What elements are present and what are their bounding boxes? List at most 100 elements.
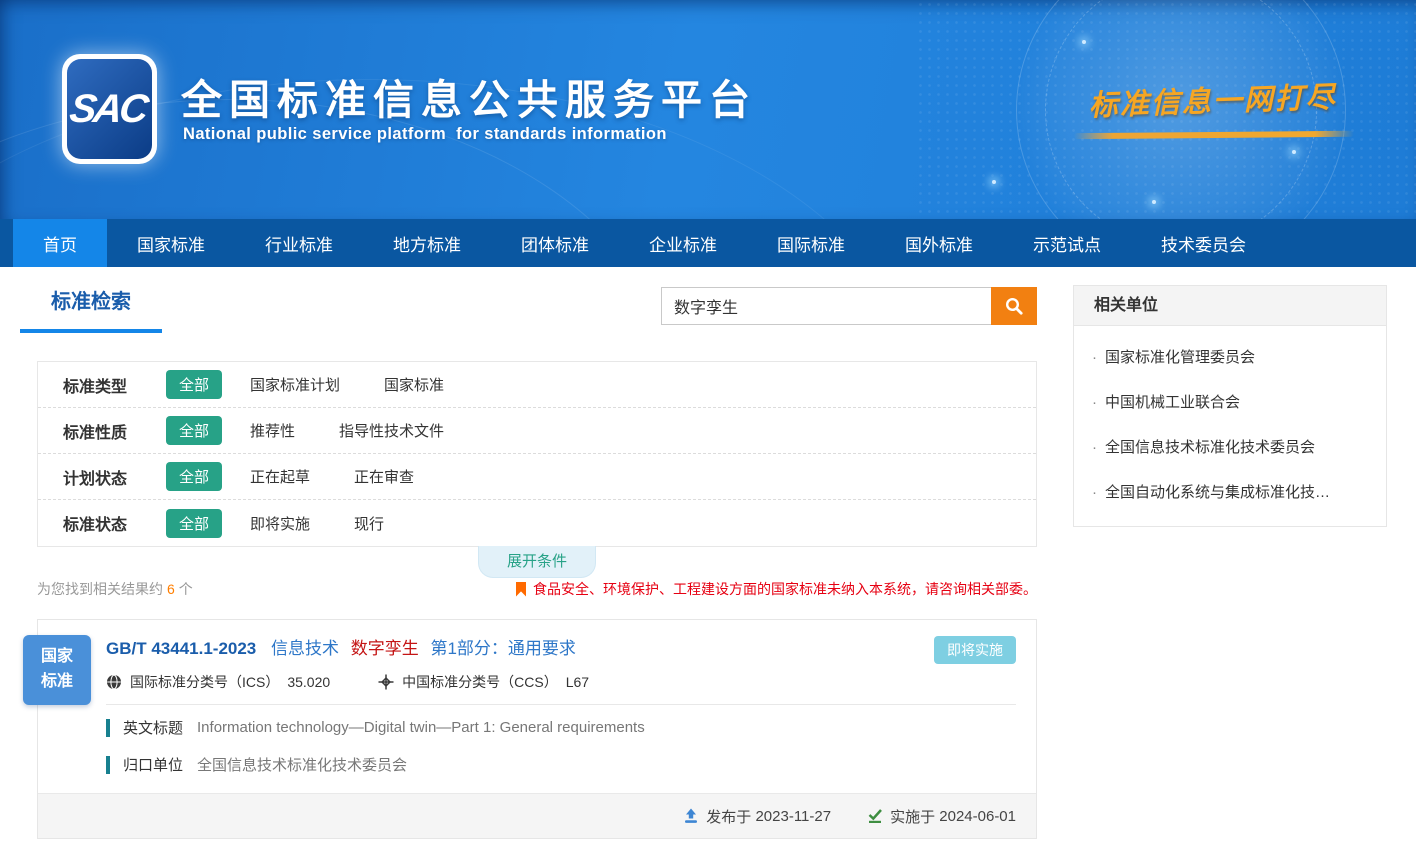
filter-all-button[interactable]: 全部 <box>166 416 222 445</box>
nav-item-industry-standards[interactable]: 行业标准 <box>235 219 363 267</box>
results-count: 为您找到相关结果约6个 <box>37 579 193 599</box>
implemented-label: 实施于 <box>890 806 935 827</box>
section-title-standard-search: 标准检索 <box>20 285 162 333</box>
related-units-title: 相关单位 <box>1074 286 1386 326</box>
filter-label: 标准状态 <box>63 511 166 535</box>
sac-logo-text: SAC <box>67 87 153 132</box>
filter-option[interactable]: 国家标准 <box>384 374 444 395</box>
site-banner: SAC 全国标准信息公共服务平台 National public service… <box>0 0 1416 219</box>
results-summary-line: 为您找到相关结果约6个 食品安全、环境保护、工程建设方面的国家标准未纳入本系统，… <box>37 579 1037 599</box>
nav-item-national-standards[interactable]: 国家标准 <box>107 219 235 267</box>
notice-text: 食品安全、环境保护、工程建设方面的国家标准未纳入本系统，请咨询相关部委。 <box>533 579 1037 599</box>
compass-icon <box>378 674 394 690</box>
ics-label: 国际标准分类号（ICS） <box>130 672 279 692</box>
filter-option[interactable]: 正在起草 <box>250 466 310 487</box>
sac-logo-background: SAC <box>67 59 152 159</box>
ics-value: 35.020 <box>287 674 330 690</box>
filter-panel: 标准类型 全部 国家标准计划 国家标准 标准性质 全部 推荐性 指导性技术文件 … <box>37 361 1037 547</box>
nav-item-foreign-standards[interactable]: 国外标准 <box>875 219 1003 267</box>
highlighted-keyword[interactable]: 数字孪生 <box>351 639 419 658</box>
committee-row: 归口单位 全国信息技术标准化技术委员会 <box>106 754 1036 775</box>
results-count-prefix: 为您找到相关结果约 <box>37 581 163 597</box>
filter-label: 计划状态 <box>63 465 166 489</box>
sparkle-decoration <box>992 180 996 184</box>
expand-conditions-button[interactable]: 展开条件 <box>478 546 596 578</box>
results-count-suffix: 个 <box>179 581 193 597</box>
filter-option[interactable]: 正在审查 <box>354 466 414 487</box>
standard-result-card: 国家 标准 GB/T 43441.1-2023 信息技术 数字孪生 第1部分：通… <box>37 619 1037 839</box>
filter-all-button[interactable]: 全部 <box>166 462 222 491</box>
site-subtitle: National public service platform for sta… <box>183 125 667 144</box>
implemented-date: 2024-06-01 <box>939 808 1016 825</box>
nav-item-enterprise-standards[interactable]: 企业标准 <box>619 219 747 267</box>
standard-title-link[interactable]: GB/T 43441.1-2023 信息技术 数字孪生 第1部分：通用要求 <box>106 634 1036 659</box>
results-count-number: 6 <box>167 581 175 597</box>
filter-option[interactable]: 推荐性 <box>250 420 295 441</box>
related-unit-label: 国家标准化管理委员会 <box>1105 346 1255 367</box>
bullet-dot: · <box>1092 439 1097 456</box>
filter-option[interactable]: 指导性技术文件 <box>339 420 444 441</box>
related-unit-label: 中国机械工业联合会 <box>1105 391 1240 412</box>
filter-label: 标准性质 <box>63 419 166 443</box>
badge-line2: 标准 <box>41 670 73 695</box>
sparkle-decoration <box>1292 150 1296 154</box>
english-title-label: 英文标题 <box>123 717 183 738</box>
system-notice: 食品安全、环境保护、工程建设方面的国家标准未纳入本系统，请咨询相关部委。 <box>516 579 1037 599</box>
slogan-text: 标准信息一网打尽 <box>1057 73 1368 126</box>
globe-icon <box>106 674 122 690</box>
badge-line1: 国家 <box>41 645 73 670</box>
card-divider <box>106 704 1016 705</box>
slogan-block: 标准信息一网打尽 <box>1057 73 1369 144</box>
ccs-value: L67 <box>566 674 589 690</box>
filter-all-button[interactable]: 全部 <box>166 370 222 399</box>
filter-label: 标准类型 <box>63 373 166 397</box>
related-unit-label: 全国信息技术标准化技术委员会 <box>1105 436 1315 457</box>
national-standard-badge: 国家 标准 <box>23 635 91 705</box>
published-label: 发布于 <box>706 806 751 827</box>
filter-option[interactable]: 国家标准计划 <box>250 374 340 395</box>
related-units-list: · 国家标准化管理委员会 · 中国机械工业联合会 · 全国信息技术标准化技术委员… <box>1074 326 1386 526</box>
filter-row-plan-status: 计划状态 全部 正在起草 正在审查 <box>38 454 1036 500</box>
nav-item-group-standards[interactable]: 团体标准 <box>491 219 619 267</box>
ccs-classification: 中国标准分类号（CCS） L67 <box>378 672 589 692</box>
search-section-header: 标准检索 <box>37 285 1037 345</box>
published-date-item: 发布于 2023-11-27 <box>683 806 831 827</box>
filter-row-standard-type: 标准类型 全部 国家标准计划 国家标准 <box>38 362 1036 408</box>
ics-classification: 国际标准分类号（ICS） 35.020 <box>106 672 330 692</box>
related-unit-label: 全国自动化系统与集成标准化技… <box>1105 481 1330 502</box>
teal-marker-bar <box>106 719 110 737</box>
nav-item-technical-committees[interactable]: 技术委员会 <box>1131 219 1276 267</box>
nav-item-international-standards[interactable]: 国际标准 <box>747 219 875 267</box>
search-button[interactable] <box>991 287 1037 325</box>
slogan-underline <box>1074 131 1354 139</box>
search-results-column: 标准检索 标准类型 全部 国家标准计划 国家标准 标准性质 全 <box>37 285 1037 839</box>
check-icon <box>867 808 883 824</box>
bullet-dot: · <box>1092 349 1097 366</box>
related-unit-it-standardization[interactable]: · 全国信息技术标准化技术委员会 <box>1080 424 1372 469</box>
nav-item-pilot-demo[interactable]: 示范试点 <box>1003 219 1131 267</box>
filter-option[interactable]: 现行 <box>354 513 384 534</box>
english-title-value: Information technology—Digital twin—Part… <box>197 719 645 736</box>
sparkle-decoration <box>1152 200 1156 204</box>
classification-row: 国际标准分类号（ICS） 35.020 中国标准分类号（CCS） L67 <box>106 672 1036 692</box>
related-unit-sac[interactable]: · 国家标准化管理委员会 <box>1080 334 1372 379</box>
standard-code[interactable]: GB/T 43441.1-2023 <box>106 639 256 658</box>
upload-arrow-icon <box>683 808 699 824</box>
bookmark-icon <box>516 582 526 597</box>
sac-logo[interactable]: SAC <box>62 54 157 164</box>
english-title-row: 英文标题 Information technology—Digital twin… <box>106 717 1036 738</box>
expand-conditions-wrap: 展开条件 <box>37 546 1037 573</box>
filter-all-button[interactable]: 全部 <box>166 509 222 538</box>
standard-title-segment[interactable]: 信息技术 <box>271 639 339 658</box>
status-badge: 即将实施 <box>934 636 1016 664</box>
filter-option[interactable]: 即将实施 <box>250 513 310 534</box>
related-unit-machinery-federation[interactable]: · 中国机械工业联合会 <box>1080 379 1372 424</box>
related-unit-automation-systems[interactable]: · 全国自动化系统与集成标准化技… <box>1080 469 1372 514</box>
search-input[interactable] <box>661 287 991 325</box>
committee-label: 归口单位 <box>123 754 183 775</box>
nav-item-local-standards[interactable]: 地方标准 <box>363 219 491 267</box>
magnifier-icon <box>1004 296 1024 316</box>
nav-item-home[interactable]: 首页 <box>13 219 107 267</box>
standard-title-rest[interactable]: 第1部分：通用要求 <box>430 639 575 658</box>
filter-row-standard-nature: 标准性质 全部 推荐性 指导性技术文件 <box>38 408 1036 454</box>
